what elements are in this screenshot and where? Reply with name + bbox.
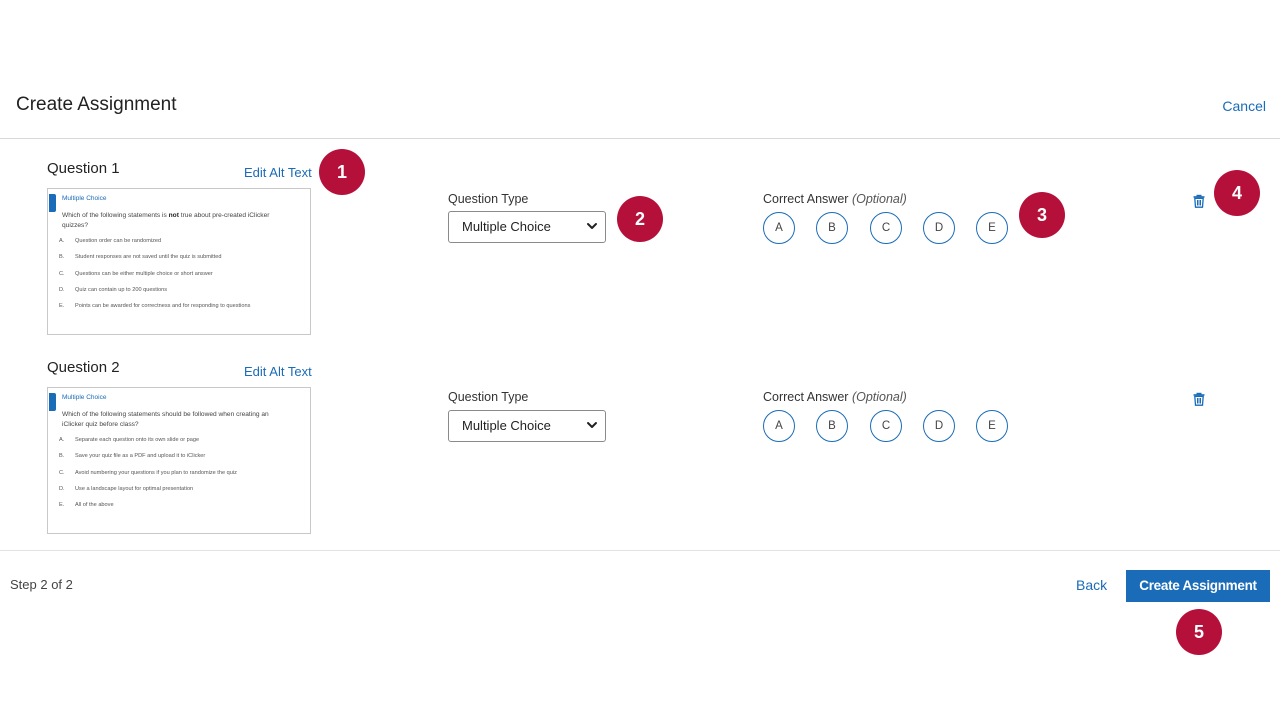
thumbnail-option: C. Avoid numbering your questions if you … [59,469,237,476]
trash-icon[interactable] [1192,392,1206,406]
thumbnail-accent-tab [49,194,56,212]
thumbnail-type-label: Multiple Choice [62,195,107,202]
page-header: Create Assignment Cancel [0,0,1280,139]
answer-option-e[interactable]: E [976,410,1008,442]
question-thumbnail: Multiple Choice Which of the following s… [47,188,311,335]
thumbnail-option: A. Separate each question onto its own sl… [59,437,200,443]
callout-marker: 2 [617,196,663,242]
thumbnail-question-text: Which of the following statements should… [62,411,269,428]
answer-option-b[interactable]: B [816,410,848,442]
page-title: Create Assignment [16,94,177,115]
optional-label: (Optional) [851,192,907,206]
step-indicator: Step 2 of 2 [10,577,73,592]
footer-divider [0,550,1280,551]
question-type-label: Question Type [448,390,529,404]
question-card: Question 1 Edit Alt Text Multiple Choice… [0,160,1280,360]
question-title: Question 1 [47,160,120,177]
question-type-select[interactable]: Multiple Choice [448,410,606,442]
callout-marker: 3 [1019,192,1065,238]
trash-icon[interactable] [1192,194,1206,208]
question-type-select[interactable]: Multiple Choice [448,211,606,243]
answer-option-c[interactable]: C [870,212,902,244]
optional-label: (Optional) [851,390,907,404]
thumbnail-option: B. Save your quiz file as a PDF and uploa… [59,453,206,460]
cancel-link[interactable]: Cancel [1222,98,1266,114]
callout-marker: 1 [319,149,365,195]
answer-option-b[interactable]: B [816,212,848,244]
thumbnail-option: D. Use a landscape layout for optimal pre… [59,485,194,492]
answer-option-d[interactable]: D [923,212,955,244]
thumbnail-option: B. Student responses are not saved until … [59,254,222,261]
thumbnail-options: A. Separate each question onto its own sl… [59,437,237,518]
question-thumbnail: Multiple Choice Which of the following s… [47,387,311,534]
thumbnail-accent-tab [49,393,56,411]
thumbnail-option: D. Quiz can contain up to 200 questions [59,286,168,293]
thumbnail-option: A. Question order can be randomized [59,238,162,244]
thumbnail-options: A. Question order can be randomized B. Stu… [59,238,250,319]
correct-answer-label: Correct Answer (Optional) [763,192,907,206]
answer-option-e[interactable]: E [976,212,1008,244]
answer-option-d[interactable]: D [923,410,955,442]
question-card: Question 2 Edit Alt Text Multiple Choice… [0,359,1280,559]
question-type-value: Multiple Choice [462,219,551,234]
create-assignment-button[interactable]: Create Assignment [1126,570,1270,602]
answer-option-c[interactable]: C [870,410,902,442]
thumbnail-option: E. Points can be awarded for correctness … [59,303,251,310]
edit-alt-text-link[interactable]: Edit Alt Text [244,165,312,180]
back-button[interactable]: Back [1076,577,1107,593]
correct-answer-label: Correct Answer (Optional) [763,390,907,404]
thumbnail-option: C. Questions can be either multiple choic… [59,270,213,277]
chevron-down-icon [587,422,597,428]
question-title: Question 2 [47,359,120,376]
edit-alt-text-link[interactable]: Edit Alt Text [244,364,312,379]
answer-option-a[interactable]: A [763,410,795,442]
callout-marker: 4 [1214,170,1260,216]
chevron-down-icon [587,223,597,229]
callout-marker: 5 [1176,609,1222,655]
thumbnail-question-text: Which of the following statements is not… [62,212,270,229]
thumbnail-option: E. All of the above [59,502,114,509]
thumbnail-type-label: Multiple Choice [62,394,107,401]
question-type-value: Multiple Choice [462,418,551,433]
answer-option-a[interactable]: A [763,212,795,244]
question-type-label: Question Type [448,192,529,206]
